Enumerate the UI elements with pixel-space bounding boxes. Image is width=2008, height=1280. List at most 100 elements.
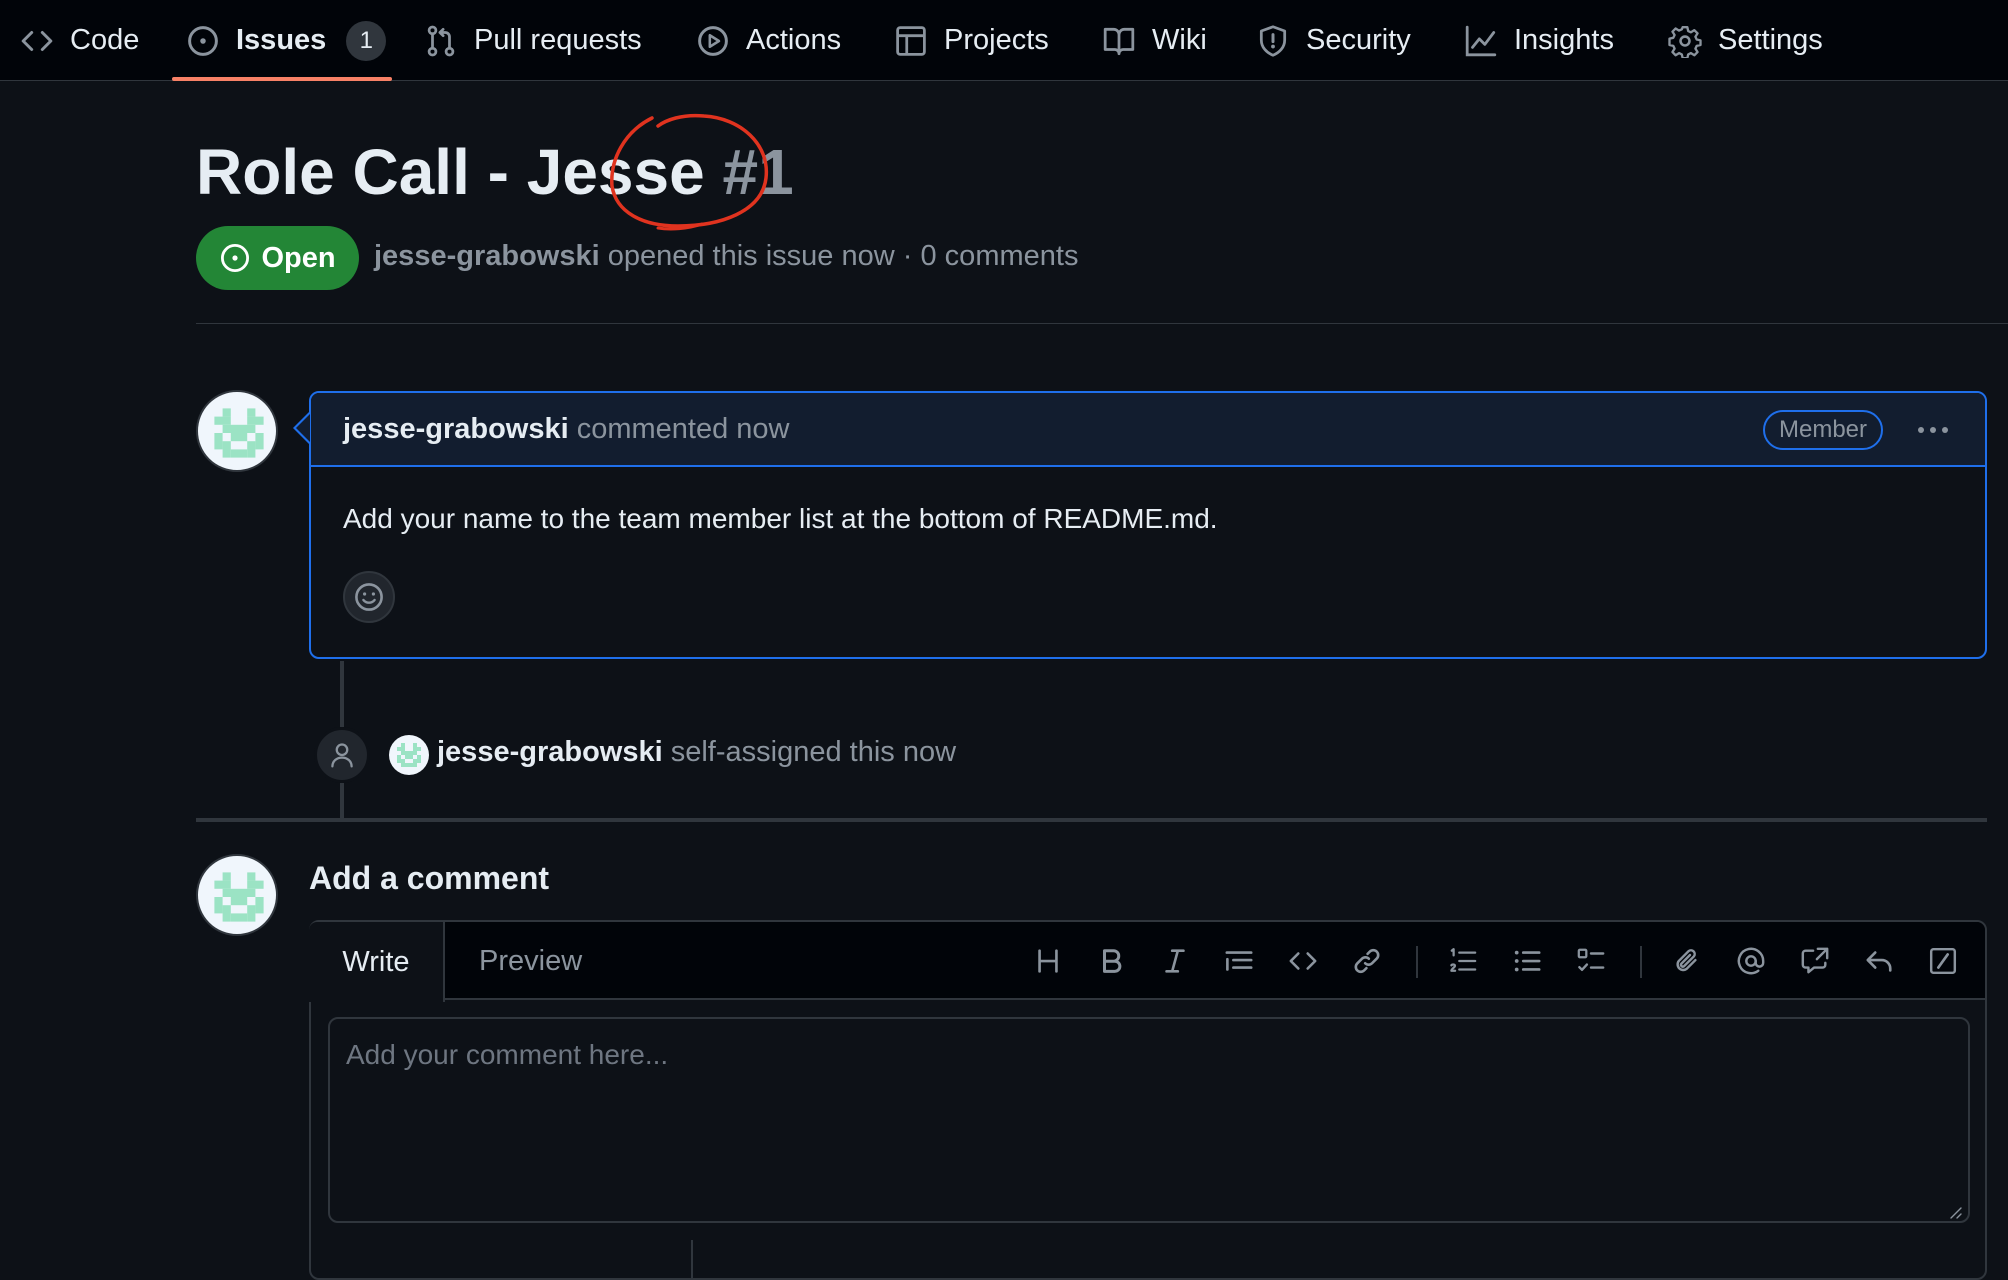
avatar[interactable] — [196, 390, 278, 472]
play-icon — [698, 25, 728, 56]
bold-button[interactable] — [1093, 942, 1131, 980]
timeline-line — [340, 783, 344, 818]
person-icon — [331, 743, 353, 768]
reply-icon — [1866, 951, 1892, 972]
comment-author-link[interactable]: jesse-grabowski — [343, 413, 569, 445]
nav-insights-label: Insights — [1514, 24, 1614, 56]
graph-icon — [1465, 25, 1497, 56]
comment-card: jesse-grabowski commented now Member Add… — [309, 391, 1987, 659]
header-divider — [196, 323, 2008, 324]
toolbar-divider — [1640, 946, 1642, 978]
tab-preview[interactable]: Preview — [479, 922, 582, 1000]
slash-command-icon — [1929, 947, 1957, 975]
issue-opened-icon — [188, 25, 218, 56]
unordered-list-icon — [1514, 950, 1541, 972]
nav-actions-label: Actions — [746, 24, 842, 56]
issue-meta-action: opened this issue now — [607, 240, 895, 272]
task-list-icon — [1577, 948, 1605, 972]
comment-body: Add your name to the team member list at… — [343, 503, 1218, 534]
nav-settings-tab[interactable]: Settings — [1668, 0, 1823, 81]
avatar[interactable] — [196, 854, 278, 936]
comment-options-button[interactable] — [1911, 413, 1955, 447]
code-icon — [1289, 952, 1317, 970]
issue-title-text: Role Call - Jesse — [196, 136, 705, 208]
kebab-dot — [1930, 427, 1936, 433]
resize-handle-icon[interactable] — [1947, 1204, 1963, 1220]
kebab-dot — [1918, 427, 1924, 433]
timeline-line — [340, 661, 344, 727]
issue-author-link[interactable]: jesse-grabowski — [374, 240, 600, 272]
comment-count: 0 comments — [920, 240, 1079, 272]
event-author-link[interactable]: jesse-grabowski — [437, 736, 663, 768]
italic-icon — [1165, 949, 1185, 973]
toolbar-divider — [1416, 946, 1418, 978]
smiley-icon — [355, 583, 383, 611]
nav-settings-label: Settings — [1718, 24, 1823, 56]
link-button[interactable] — [1348, 942, 1386, 980]
table-icon — [896, 25, 926, 56]
nav-projects-label: Projects — [944, 24, 1049, 56]
meta-separator: · — [902, 240, 913, 272]
identicon-avatar-icon — [214, 408, 264, 458]
comment-meta: jesse-grabowski commented now — [343, 413, 790, 446]
mention-button[interactable] — [1732, 942, 1770, 980]
timeline-divider — [196, 818, 1987, 822]
tab-write[interactable]: Write — [309, 922, 445, 1002]
comment-editor: Write Preview — [309, 920, 1987, 1280]
heading-icon — [1038, 949, 1058, 973]
nav-wiki-tab[interactable]: Wiki — [1102, 0, 1207, 81]
ordered-list-icon — [1450, 948, 1477, 972]
cross-reference-icon — [1801, 947, 1829, 974]
comment-action[interactable]: commented now — [577, 413, 790, 445]
avatar[interactable] — [389, 735, 429, 775]
gear-icon — [1668, 25, 1702, 58]
nav-code-tab[interactable]: Code — [20, 0, 139, 81]
issue-opened-icon — [221, 243, 250, 273]
active-tab-underline — [172, 77, 392, 81]
reply-button[interactable] — [1860, 942, 1898, 980]
nav-actions-tab[interactable]: Actions — [696, 0, 841, 81]
nav-wiki-label: Wiki — [1152, 24, 1207, 56]
slash-command-button[interactable] — [1924, 942, 1962, 980]
nav-security-tab[interactable]: Security — [1256, 0, 1411, 81]
attach-button[interactable] — [1668, 942, 1706, 980]
nav-security-label: Security — [1306, 24, 1411, 56]
shield-icon — [1259, 24, 1287, 57]
issues-count-badge: 1 — [346, 20, 387, 61]
task-list-button[interactable] — [1572, 942, 1610, 980]
add-reaction-button[interactable] — [343, 571, 395, 623]
nav-code-label: Code — [70, 24, 140, 56]
comment-header: jesse-grabowski commented now Member — [311, 393, 1985, 467]
cross-reference-button[interactable] — [1796, 942, 1834, 980]
mention-icon — [1737, 947, 1765, 975]
add-comment-heading: Add a comment — [309, 860, 550, 896]
code-button[interactable] — [1284, 942, 1322, 980]
timeline-event-badge — [314, 727, 370, 783]
nav-pull-requests-tab[interactable]: Pull requests — [424, 0, 642, 81]
book-icon — [1103, 27, 1135, 55]
code-icon — [21, 30, 53, 51]
issue-meta: jesse-grabowski opened this issue now · … — [374, 240, 1078, 273]
git-pull-request-icon — [427, 25, 455, 56]
ordered-list-button[interactable] — [1444, 942, 1482, 980]
nav-pull-requests-label: Pull requests — [474, 24, 642, 56]
bold-icon — [1103, 949, 1122, 973]
link-icon — [1354, 948, 1380, 974]
heading-button[interactable] — [1029, 942, 1067, 980]
editor-header: Write Preview — [309, 922, 1985, 1002]
issue-number: #1 — [722, 136, 794, 208]
quote-icon — [1225, 951, 1253, 971]
identicon-avatar-icon — [397, 743, 421, 767]
member-badge: Member — [1763, 410, 1884, 450]
attach-icon — [1676, 949, 1697, 972]
nav-issues-tab[interactable]: Issues 1 — [186, 0, 387, 81]
quote-button[interactable] — [1220, 942, 1258, 980]
comment-caret-fill — [296, 414, 310, 442]
italic-button[interactable] — [1156, 942, 1194, 980]
unordered-list-button[interactable] — [1508, 942, 1546, 980]
comment-input[interactable] — [328, 1017, 1970, 1223]
status-badge: Open — [196, 226, 359, 290]
nav-insights-tab[interactable]: Insights — [1464, 0, 1614, 81]
nav-projects-tab[interactable]: Projects — [894, 0, 1049, 81]
kebab-dot — [1942, 427, 1948, 433]
